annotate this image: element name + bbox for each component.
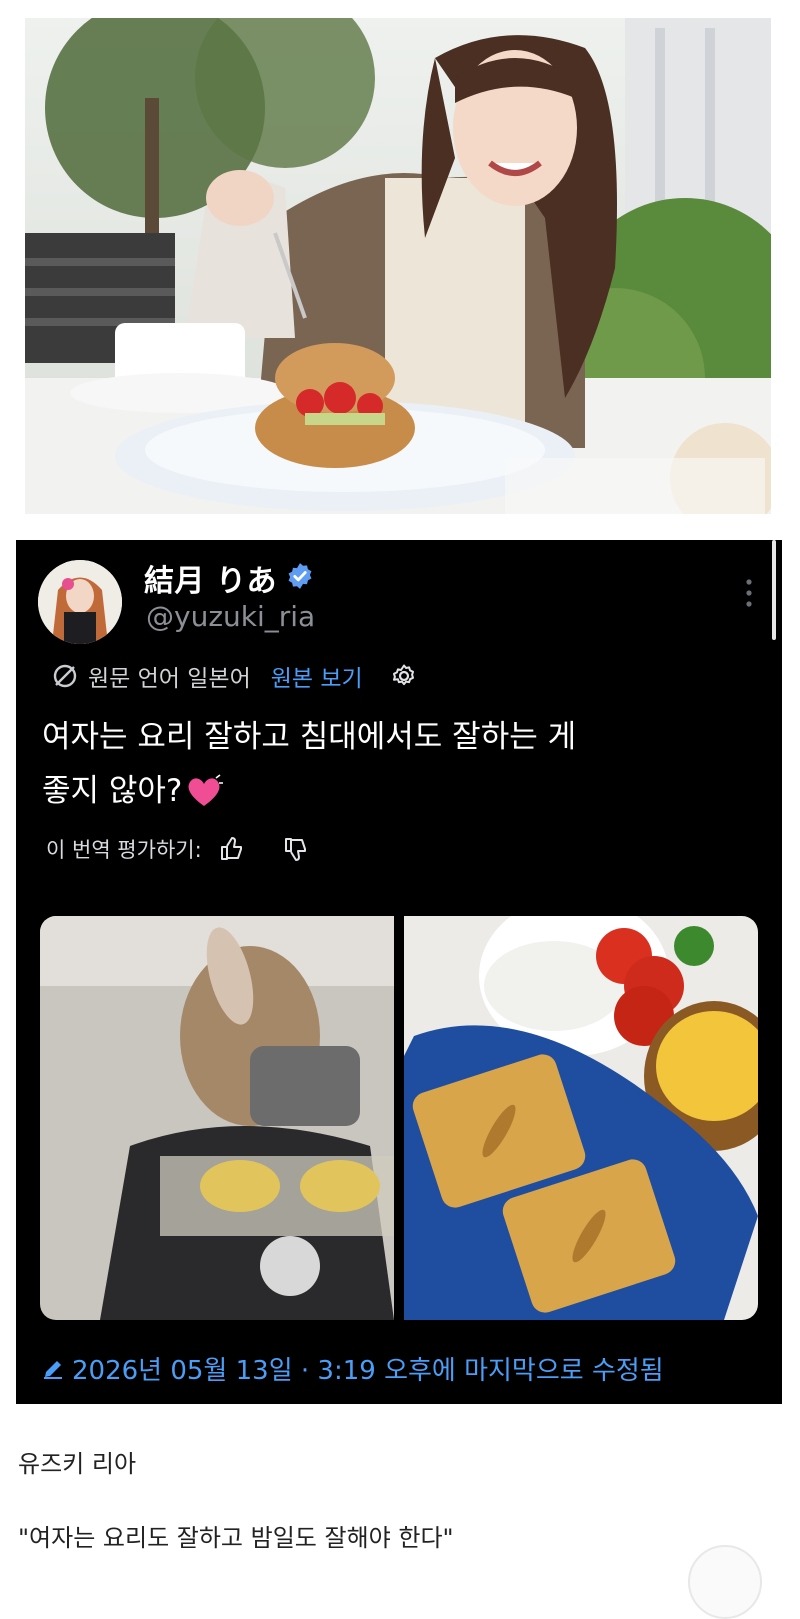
- media-photo-food[interactable]: [404, 916, 758, 1320]
- caption-name: 유즈키 리아: [18, 1450, 137, 1478]
- tweet-line-2-text: 좋지 않아?: [42, 773, 183, 809]
- caption-quote: "여자는 요리도 잘하고 밤일도 잘해야 한다": [18, 1524, 454, 1552]
- more-dots-icon[interactable]: [746, 578, 752, 608]
- translation-bar: 원문 언어 일본어 원본 보기: [52, 658, 417, 694]
- thumbs-up-icon[interactable]: [218, 835, 246, 863]
- rate-translation-label: 이 번역 평가하기:: [46, 838, 202, 862]
- edited-timestamp[interactable]: 2026년 05월 13일 · 3:19 오후에 마지막으로 수정됨: [42, 1350, 664, 1387]
- avatar[interactable]: [38, 560, 122, 644]
- tweet-line-1: 여자는 요리 잘하고 침대에서도 잘하는 게: [42, 719, 577, 755]
- show-original-link[interactable]: 원본 보기: [271, 659, 363, 693]
- display-name[interactable]: 結月 りあ: [144, 556, 277, 600]
- floating-button[interactable]: [688, 1545, 762, 1619]
- scrollbar-thumb[interactable]: [772, 540, 776, 640]
- edited-text: 2026년 05월 13일 · 3:19 오후에 마지막으로 수정됨: [72, 1356, 664, 1386]
- media-grid: [40, 916, 758, 1320]
- rate-translation: 이 번역 평가하기:: [46, 832, 310, 866]
- hero-photo: [25, 18, 771, 514]
- thumbs-down-icon[interactable]: [282, 835, 310, 863]
- verified-badge-icon: [288, 563, 312, 589]
- no-translate-icon: [53, 664, 77, 688]
- heart-icon: [188, 774, 224, 806]
- tweet-card: 結月 りあ @yuzuki_ria 원문 언어 일본어 원본 보기 여자는 요리…: [16, 540, 782, 1404]
- original-language-label: 원문 언어 일본어: [88, 666, 251, 692]
- handle[interactable]: @yuzuki_ria: [146, 600, 315, 633]
- tweet-line-2: 좋지 않아?: [42, 764, 742, 818]
- pencil-icon: [44, 1360, 62, 1379]
- media-photo-mirror[interactable]: [40, 916, 394, 1320]
- tweet-body: 여자는 요리 잘하고 침대에서도 잘하는 게 좋지 않아?: [42, 710, 742, 818]
- gear-icon[interactable]: [391, 663, 417, 689]
